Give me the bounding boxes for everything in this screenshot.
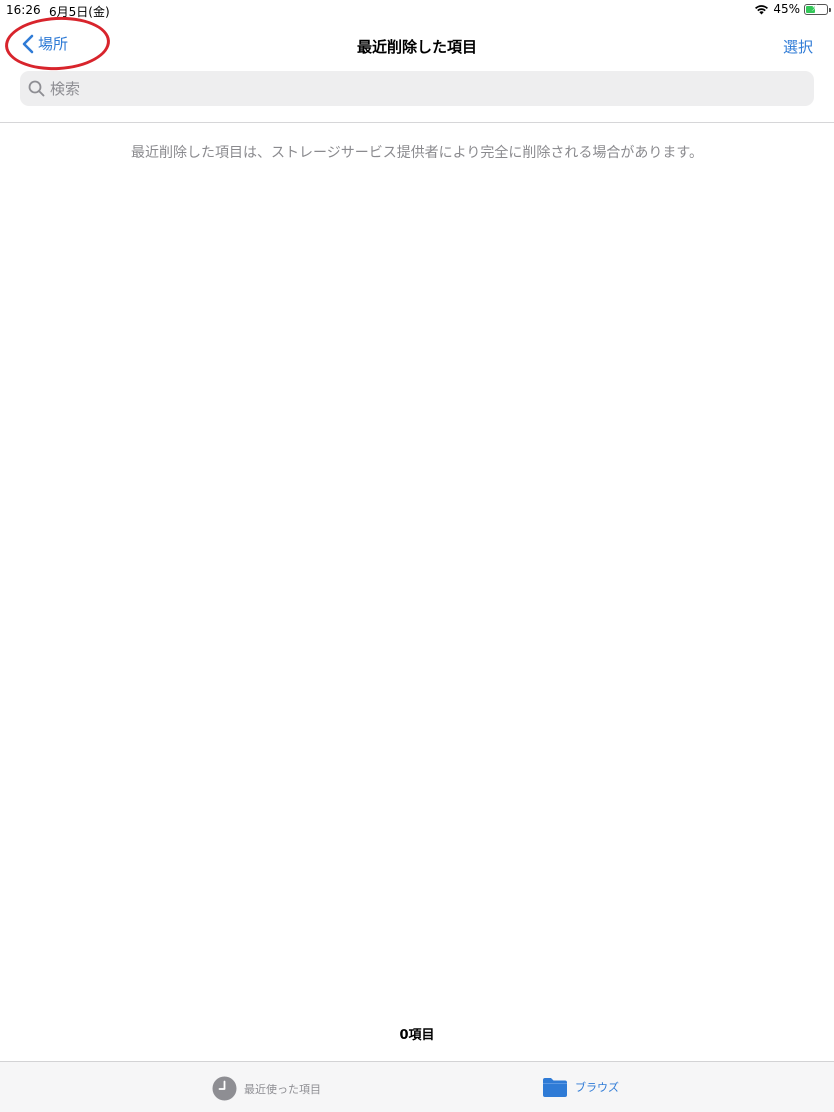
page-title: 最近削除した項目 bbox=[356, 38, 477, 56]
status-indicators: 45% ⚡ bbox=[754, 2, 831, 16]
battery-icon: ⚡ bbox=[804, 2, 831, 15]
folder-icon bbox=[542, 1076, 568, 1098]
battery-tip bbox=[829, 7, 831, 12]
tab-recents-label: 最近使った項目 bbox=[244, 1082, 321, 1096]
search-input[interactable] bbox=[50, 79, 790, 98]
tab-recents[interactable]: 最近使った項目 bbox=[212, 1076, 321, 1101]
header-divider bbox=[0, 122, 834, 123]
navigation-bar: 場所 最近削除した項目 選択 bbox=[0, 22, 834, 68]
select-button[interactable]: 選択 bbox=[783, 36, 813, 57]
status-time: 16:26 bbox=[6, 3, 41, 17]
status-date: 6月5日(金) bbox=[49, 5, 110, 19]
tab-browse[interactable]: ブラウズ bbox=[542, 1076, 619, 1098]
search-bar[interactable] bbox=[20, 71, 814, 106]
status-bar: 16:26 6月5日(金) 45% ⚡ bbox=[0, 0, 834, 20]
clock-icon bbox=[212, 1076, 237, 1101]
wifi-icon bbox=[754, 4, 769, 15]
item-count: 0項目 bbox=[399, 1028, 435, 1043]
tab-bar: 最近使った項目 ブラウズ bbox=[0, 1061, 834, 1112]
info-message: 最近削除した項目は、ストレージサービス提供者により完全に削除される場合があります… bbox=[130, 145, 704, 161]
battery-percent: 45% bbox=[773, 2, 800, 16]
tab-browse-label: ブラウズ bbox=[575, 1081, 619, 1094]
search-icon bbox=[28, 80, 45, 97]
charging-bolt-icon: ⚡ bbox=[811, 2, 819, 14]
